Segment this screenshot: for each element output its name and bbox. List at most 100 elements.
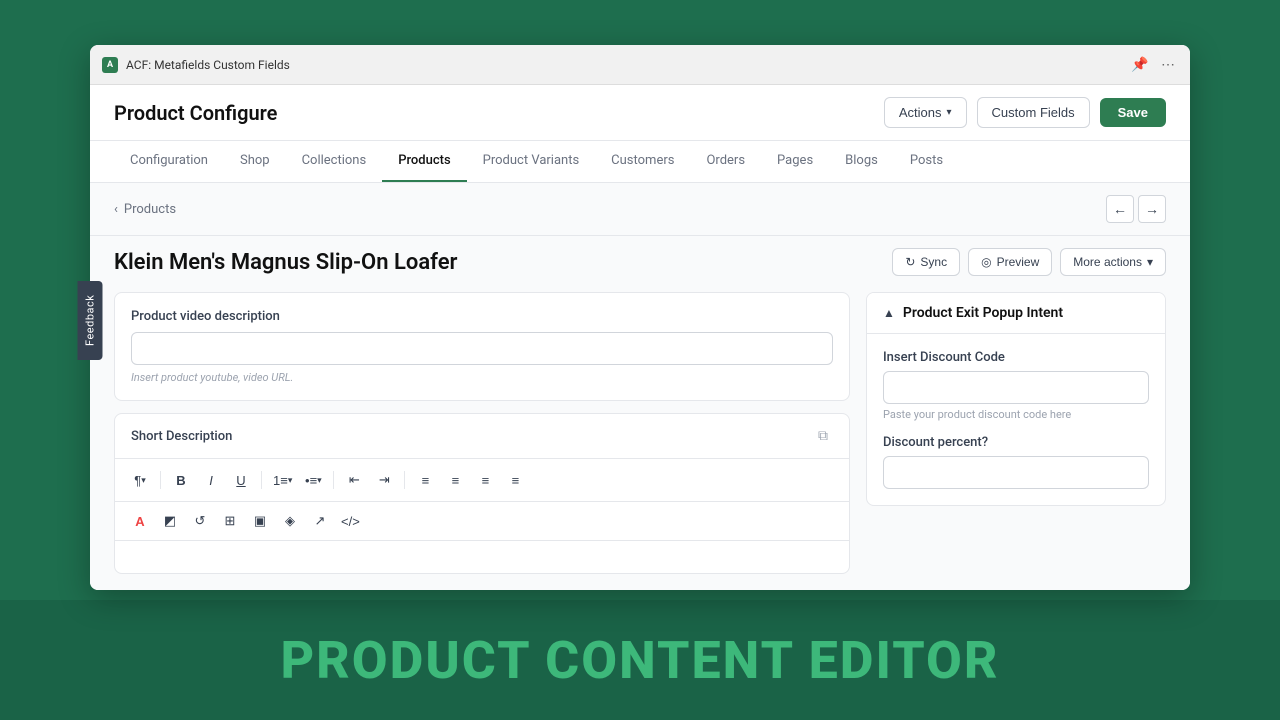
pin-icon[interactable]: 📌 bbox=[1130, 55, 1150, 75]
paragraph-button[interactable]: ¶ ▾ bbox=[127, 467, 153, 493]
align-center-button[interactable]: ≡ bbox=[442, 467, 468, 493]
align-right-button[interactable]: ≡ bbox=[472, 467, 498, 493]
discount-code-input[interactable] bbox=[883, 371, 1149, 404]
nav-arrows: ← → bbox=[1106, 195, 1166, 223]
tab-shop[interactable]: Shop bbox=[224, 141, 286, 182]
more-actions-button[interactable]: More actions ▾ bbox=[1060, 248, 1166, 276]
left-panel: Product video description Insert product… bbox=[114, 292, 866, 574]
indent-button[interactable]: ⇥ bbox=[371, 467, 397, 493]
bottom-banner-text: PRODUCT CONTENT EDITOR bbox=[280, 630, 999, 691]
next-arrow-button[interactable]: → bbox=[1138, 195, 1166, 223]
ordered-list-button[interactable]: 1≡ ▾ bbox=[269, 467, 296, 493]
tab-blogs[interactable]: Blogs bbox=[829, 141, 894, 182]
sync-button[interactable]: ↻ Sync bbox=[892, 248, 960, 276]
app-header-actions: Actions ▾ Custom Fields Save bbox=[884, 97, 1166, 128]
special-char-button[interactable]: ↗ bbox=[307, 508, 333, 534]
popup-intent-card: ▲ Product Exit Popup Intent Insert Disco… bbox=[866, 292, 1166, 506]
prev-arrow-button[interactable]: ← bbox=[1106, 195, 1134, 223]
right-card-title: Product Exit Popup Intent bbox=[903, 305, 1063, 321]
browser-favicon: A bbox=[102, 57, 118, 73]
highlight-button[interactable]: ◩ bbox=[157, 508, 183, 534]
underline-button[interactable]: U bbox=[228, 467, 254, 493]
align-justify-button[interactable]: ≡ bbox=[502, 467, 528, 493]
content-body: Product video description Insert product… bbox=[90, 292, 1190, 590]
app-header-title: Product Configure bbox=[114, 101, 277, 125]
discount-percent-input[interactable] bbox=[883, 456, 1149, 489]
ol-icon: 1≡ bbox=[273, 473, 288, 488]
browser-window: A ACF: Metafields Custom Fields 📌 ⋯ Prod… bbox=[90, 45, 1190, 590]
tab-configuration[interactable]: Configuration bbox=[114, 141, 224, 182]
discount-percent-label: Discount percent? bbox=[883, 435, 1149, 450]
paragraph-chevron-icon: ▾ bbox=[141, 475, 146, 486]
short-desc-header: Short Description ⧉ bbox=[115, 414, 849, 459]
right-panel: ▲ Product Exit Popup Intent Insert Disco… bbox=[866, 292, 1166, 574]
editor-area[interactable] bbox=[115, 541, 849, 574]
discount-percent-field: Discount percent? bbox=[883, 435, 1149, 489]
tab-orders[interactable]: Orders bbox=[690, 141, 761, 182]
toolbar-separator-2 bbox=[261, 471, 262, 489]
align-left-button[interactable]: ≡ bbox=[412, 467, 438, 493]
save-button[interactable]: Save bbox=[1100, 98, 1166, 127]
breadcrumb-label: Products bbox=[124, 202, 176, 217]
video-field-input[interactable] bbox=[131, 332, 833, 365]
video-field-hint: Insert product youtube, video URL. bbox=[131, 371, 833, 384]
video-field-card: Product video description Insert product… bbox=[114, 292, 850, 401]
tab-posts[interactable]: Posts bbox=[894, 141, 959, 182]
feedback-tab[interactable]: Feedback bbox=[78, 281, 103, 360]
breadcrumb[interactable]: ‹ Products bbox=[114, 202, 176, 217]
breadcrumb-arrow-icon: ‹ bbox=[114, 202, 118, 217]
embed-button[interactable]: ◈ bbox=[277, 508, 303, 534]
ol-chevron-icon: ▾ bbox=[288, 475, 293, 486]
right-card-body: Insert Discount Code Paste your product … bbox=[867, 334, 1165, 505]
collapse-icon[interactable]: ▲ bbox=[883, 306, 895, 320]
actions-button[interactable]: Actions ▾ bbox=[884, 97, 967, 128]
product-actions: ↻ Sync ◎ Preview More actions ▾ bbox=[892, 248, 1166, 276]
discount-code-field: Insert Discount Code Paste your product … bbox=[883, 350, 1149, 421]
ul-icon: •≡ bbox=[305, 473, 317, 488]
video-field-label: Product video description bbox=[131, 309, 833, 324]
product-header: ‹ Products ← → bbox=[90, 183, 1190, 236]
bold-button[interactable]: B bbox=[168, 467, 194, 493]
italic-button[interactable]: I bbox=[198, 467, 224, 493]
tab-collections[interactable]: Collections bbox=[286, 141, 383, 182]
browser-more-icon[interactable]: ⋯ bbox=[1158, 55, 1178, 75]
app-content: Product Configure Actions ▾ Custom Field… bbox=[90, 85, 1190, 590]
sync-icon: ↻ bbox=[905, 255, 915, 269]
browser-chrome-actions: 📌 ⋯ bbox=[1130, 55, 1178, 75]
text-color-button[interactable]: A bbox=[127, 508, 153, 534]
tab-product-variants[interactable]: Product Variants bbox=[467, 141, 596, 182]
preview-icon: ◎ bbox=[981, 255, 991, 269]
browser-tab-title: ACF: Metafields Custom Fields bbox=[126, 58, 1122, 72]
product-title: Klein Men's Magnus Slip-On Loafer bbox=[114, 250, 457, 275]
main-area: ‹ Products ← → Klein Men's Magnus Slip-O… bbox=[90, 183, 1190, 590]
short-desc-card: Short Description ⧉ ¶ ▾ B I bbox=[114, 413, 850, 574]
code-button[interactable]: </> bbox=[337, 508, 364, 534]
table-button[interactable]: ⊞ bbox=[217, 508, 243, 534]
outdent-button[interactable]: ⇤ bbox=[341, 467, 367, 493]
toolbar-separator-4 bbox=[404, 471, 405, 489]
preview-button[interactable]: ◎ Preview bbox=[968, 248, 1052, 276]
discount-code-label: Insert Discount Code bbox=[883, 350, 1149, 365]
ul-chevron-icon: ▾ bbox=[317, 475, 322, 486]
tab-products[interactable]: Products bbox=[382, 141, 466, 182]
paragraph-icon: ¶ bbox=[134, 473, 141, 488]
editor-toolbar-row2: A ◩ ↺ ⊞ ▣ ◈ ↗ </> bbox=[115, 502, 849, 541]
undo-button[interactable]: ↺ bbox=[187, 508, 213, 534]
discount-code-hint: Paste your product discount code here bbox=[883, 408, 1149, 421]
toolbar-separator-1 bbox=[160, 471, 161, 489]
short-desc-label: Short Description bbox=[131, 429, 232, 444]
custom-fields-button[interactable]: Custom Fields bbox=[977, 97, 1090, 128]
tab-pages[interactable]: Pages bbox=[761, 141, 829, 182]
toolbar-separator-3 bbox=[333, 471, 334, 489]
bottom-banner: PRODUCT CONTENT EDITOR bbox=[0, 600, 1280, 720]
unordered-list-button[interactable]: •≡ ▾ bbox=[300, 467, 326, 493]
product-title-row: Klein Men's Magnus Slip-On Loafer ↻ Sync… bbox=[90, 236, 1190, 292]
app-header: Product Configure Actions ▾ Custom Field… bbox=[90, 85, 1190, 141]
browser-chrome: A ACF: Metafields Custom Fields 📌 ⋯ bbox=[90, 45, 1190, 85]
image-button[interactable]: ▣ bbox=[247, 508, 273, 534]
copy-icon[interactable]: ⧉ bbox=[813, 426, 833, 446]
nav-tabs: Configuration Shop Collections Products … bbox=[90, 141, 1190, 183]
chevron-down-icon: ▾ bbox=[947, 107, 952, 118]
tab-customers[interactable]: Customers bbox=[595, 141, 690, 182]
right-card-header: ▲ Product Exit Popup Intent bbox=[867, 293, 1165, 334]
